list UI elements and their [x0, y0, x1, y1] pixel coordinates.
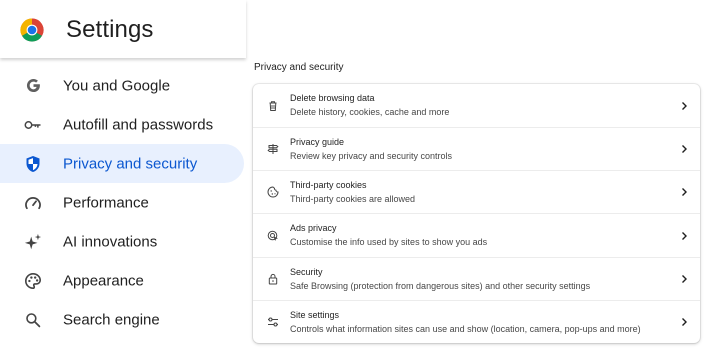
key-icon [24, 116, 42, 134]
sidebar-item-label: You and Google [63, 77, 171, 94]
row-subtitle: Review key privacy and security controls [290, 151, 453, 162]
palette-icon [24, 272, 42, 290]
chevron-right-icon [682, 145, 687, 154]
row-third-party-cookies[interactable]: Third-party cookies Third-party cookies … [253, 170, 700, 213]
signpost-icon [267, 144, 279, 155]
sidebar-item-autofill-and-passwords[interactable]: Autofill and passwords [0, 105, 244, 144]
sidebar-item-you-and-google[interactable]: You and Google [0, 66, 244, 105]
row-subtitle: Third-party cookies are allowed [290, 194, 416, 205]
row-title: Ads privacy [290, 223, 337, 234]
chevron-right-icon [682, 101, 687, 110]
row-title: Privacy guide [290, 137, 345, 148]
sidebar-item-label: Performance [63, 194, 149, 211]
sidebar-item-label: Appearance [63, 272, 144, 289]
sidebar-item-label: Search engine [63, 311, 160, 328]
settings-header: Settings [0, 0, 246, 58]
row-delete-browsing-data[interactable]: Delete browsing data Delete history, coo… [253, 84, 700, 127]
lock-icon [268, 273, 278, 285]
row-site-settings[interactable]: Site settings Controls what information … [253, 299, 700, 343]
row-privacy-guide[interactable]: Privacy guide Review key privacy and sec… [253, 127, 700, 170]
row-subtitle: Customise the info used by sites to show… [290, 237, 488, 248]
chevron-right-icon [682, 188, 687, 197]
chrome-logo-icon [20, 18, 44, 42]
row-subtitle: Controls what information sites can use … [290, 323, 641, 334]
row-subtitle: Safe Browsing (protection from dangerous… [290, 280, 591, 291]
row-ads-privacy[interactable]: Ads privacy Customise the info used by s… [253, 213, 700, 256]
search-icon [24, 311, 42, 329]
chevron-right-icon [682, 274, 687, 283]
row-subtitle: Delete history, cookies, cache and more [290, 107, 450, 117]
speedometer-icon [24, 194, 42, 212]
page-title: Settings [66, 16, 154, 43]
row-title: Delete browsing data [290, 93, 375, 103]
shield-icon [24, 155, 42, 173]
row-security[interactable]: Security Safe Browsing (protection from … [253, 256, 700, 300]
sidebar-item-privacy-and-security[interactable]: Privacy and security [0, 144, 244, 183]
chevron-right-icon [682, 231, 687, 240]
sidebar-item-appearance[interactable]: Appearance [0, 261, 244, 300]
sidebar-item-performance[interactable]: Performance [0, 183, 244, 222]
row-title: Third-party cookies [290, 180, 367, 191]
google-g-icon [24, 77, 42, 95]
privacy-settings-card: Delete browsing data Delete history, coo… [253, 84, 700, 343]
sidebar-item-search-engine[interactable]: Search engine [0, 300, 244, 339]
settings-page: Settings You and Google Autofill and pas… [0, 0, 707, 355]
settings-sidebar: You and Google Autofill and passwords Pr… [0, 66, 246, 339]
cookie-icon [267, 186, 279, 198]
ads-privacy-icon [267, 230, 278, 241]
trash-icon [269, 100, 277, 111]
sparkle-icon [24, 233, 42, 251]
section-title: Privacy and security [254, 62, 344, 73]
row-title: Security [290, 266, 323, 277]
sidebar-item-label: AI innovations [63, 233, 158, 250]
sliders-icon [268, 317, 278, 327]
row-title: Site settings [290, 309, 340, 320]
sidebar-item-label: Privacy and security [63, 155, 198, 172]
chevron-right-icon [682, 317, 687, 326]
sidebar-item-ai-innovations[interactable]: AI innovations [0, 222, 244, 261]
sidebar-item-label: Autofill and passwords [63, 116, 214, 133]
